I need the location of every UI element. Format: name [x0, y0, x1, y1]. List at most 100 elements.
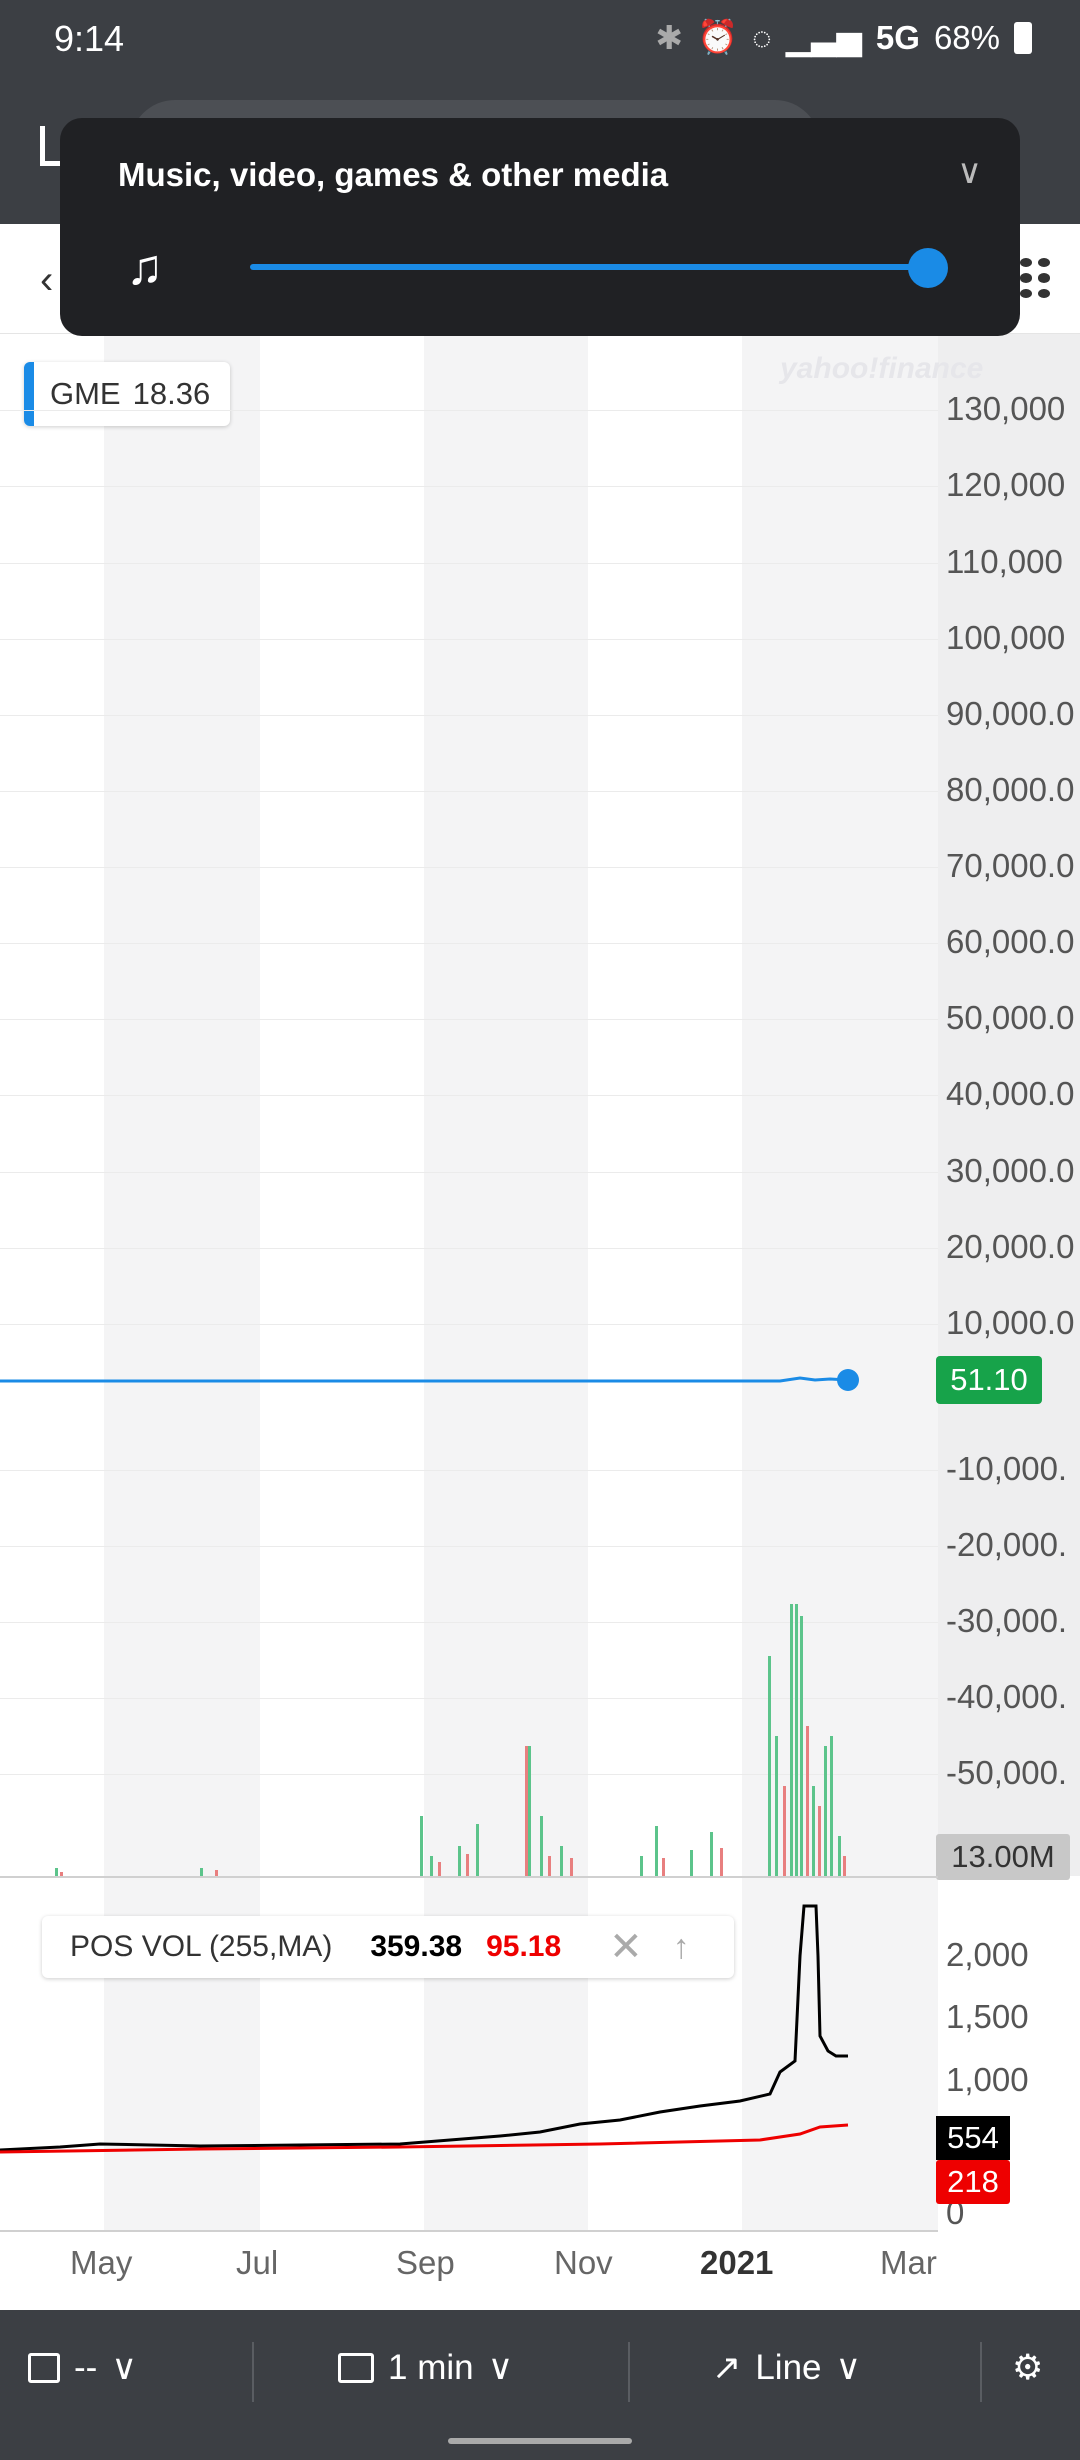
panel-divider	[0, 1876, 938, 1878]
volume-bar	[200, 1868, 203, 1876]
x-axis-label: May	[70, 2244, 133, 2281]
y-axis-label: -40,000.	[946, 1678, 1068, 1715]
lower-y-label: 1,000	[946, 2061, 1029, 2098]
y-axis-label: 30,000.0	[946, 1152, 1075, 1189]
volume-bar	[768, 1656, 771, 1876]
volume-bar	[540, 1816, 543, 1876]
volume-bar	[466, 1854, 469, 1876]
volume-bar	[55, 1868, 58, 1876]
music-note-icon: ♫	[126, 239, 164, 295]
volume-bar	[783, 1786, 786, 1876]
home-indicator[interactable]	[448, 2438, 632, 2444]
y-axis-label: 80,000.0	[946, 771, 1075, 808]
network-type: 5G	[875, 18, 920, 56]
volume-bar	[806, 1726, 809, 1876]
volume-bar	[843, 1856, 846, 1876]
y-axis-label: 20,000.0	[946, 1228, 1075, 1265]
indicator-tag-red: 218	[936, 2160, 1010, 2204]
wifi-icon: ◌	[752, 18, 772, 56]
volume-slider-track[interactable]	[250, 264, 930, 270]
alarm-icon: ⏰	[697, 18, 739, 55]
volume-bar	[655, 1826, 658, 1876]
interval-selector[interactable]: 1 min ∨	[338, 2348, 513, 2388]
y-axis-label: 100,000	[946, 619, 1066, 656]
volume-bar	[824, 1746, 827, 1876]
chart-area[interactable]: GME 18.36 yahoo!finance 130,000 120,000 11…	[0, 334, 1080, 2310]
volume-bar	[818, 1806, 821, 1876]
volume-bar	[838, 1836, 841, 1876]
current-price-tag: 51.10	[936, 1356, 1042, 1404]
volume-bar	[720, 1848, 723, 1876]
chart-type-selector[interactable]: ↗ Line ∨	[712, 2348, 861, 2388]
toolbar-separator	[252, 2342, 254, 2402]
x-axis-label: Jul	[236, 2244, 279, 2281]
x-axis-label: Nov	[554, 2244, 613, 2281]
price-endpoint	[837, 1369, 859, 1391]
chart-type-value: Line	[755, 2348, 822, 2387]
volume-bar	[775, 1736, 778, 1876]
ma-line	[0, 2123, 849, 2154]
volume-bar	[430, 1856, 433, 1876]
volume-bar	[790, 1604, 793, 1876]
volume-bar	[795, 1604, 798, 1876]
y-axis-label: 120,000	[946, 466, 1066, 503]
price-line	[0, 1376, 849, 1383]
media-volume-panel: Music, video, games & other media ∨ ♫	[60, 118, 1020, 336]
y-axis-label: -30,000.	[946, 1602, 1068, 1639]
volume-bar	[830, 1736, 833, 1876]
grid-menu-icon[interactable]	[1020, 258, 1050, 298]
pos-vol-line	[0, 1904, 848, 2152]
battery-percent: 68%	[933, 18, 1000, 56]
chevron-down-icon: ∨	[111, 2348, 137, 2387]
volume-bar	[560, 1846, 563, 1876]
volume-bar	[800, 1616, 803, 1876]
indicator-tag-black: 554	[936, 2116, 1010, 2160]
bluetooth-icon: ✱	[655, 19, 684, 56]
volume-bar	[812, 1786, 815, 1876]
y-axis-label: -10,000.	[946, 1450, 1068, 1487]
volume-bar	[525, 1746, 528, 1876]
volume-bar	[476, 1824, 479, 1876]
chevron-down-icon: ∨	[487, 2348, 514, 2387]
volume-bar	[458, 1846, 461, 1876]
volume-bar	[690, 1850, 693, 1876]
signal-icon: ▁▃▅	[785, 19, 862, 56]
settings-gear-icon[interactable]: ⚙	[1012, 2348, 1043, 2388]
volume-tag: 13.00M	[936, 1834, 1070, 1880]
y-axis-label: 50,000.0	[946, 999, 1075, 1036]
y-axis-label: 90,000.0	[946, 695, 1075, 732]
battery-icon	[1014, 21, 1032, 54]
status-icons: ✱ ⏰ ◌ ▁▃▅ 5G 68%	[655, 18, 1032, 57]
ruler-icon	[338, 2353, 374, 2383]
y-axis-label: 110,000	[946, 543, 1063, 580]
volume-bar	[528, 1746, 531, 1876]
y-axis-label: 10,000.0	[946, 1304, 1075, 1341]
y-axis-label: 40,000.0	[946, 1075, 1075, 1112]
status-time: 9:14	[54, 18, 125, 59]
volume-slider-thumb[interactable]	[908, 248, 948, 288]
back-icon[interactable]: ‹	[40, 258, 53, 303]
x-axis-label: Sep	[396, 2244, 455, 2281]
volume-bar	[640, 1856, 643, 1876]
lower-y-label: 2,000	[946, 1936, 1029, 1973]
y-axis-label: -50,000.	[946, 1754, 1068, 1791]
lower-y-label: 1,500	[946, 1998, 1029, 2035]
toolbar-separator	[980, 2342, 982, 2402]
media-panel-title: Music, video, games & other media	[118, 156, 669, 193]
status-bar: 9:14 ✱ ⏰ ◌ ▁▃▅ 5G 68%	[0, 0, 1080, 80]
x-axis-label: Mar	[880, 2244, 937, 2281]
interval-value: 1 min	[388, 2348, 474, 2387]
date-range-selector[interactable]: -- ∨	[28, 2348, 137, 2388]
y-axis-label: -20,000.	[946, 1526, 1068, 1563]
volume-bar	[548, 1856, 551, 1876]
chevron-down-icon[interactable]: ∨	[957, 152, 982, 192]
line-chart-icon: ↗	[712, 2348, 742, 2387]
volume-bar	[710, 1832, 713, 1876]
y-axis-label: 130,000	[946, 390, 1066, 427]
calendar-icon	[28, 2353, 60, 2383]
volume-bar	[420, 1816, 423, 1876]
x-axis-label: 2021	[700, 2244, 774, 2281]
volume-bars	[55, 1604, 846, 1876]
chevron-down-icon: ∨	[835, 2348, 862, 2387]
volume-bar	[662, 1858, 665, 1876]
